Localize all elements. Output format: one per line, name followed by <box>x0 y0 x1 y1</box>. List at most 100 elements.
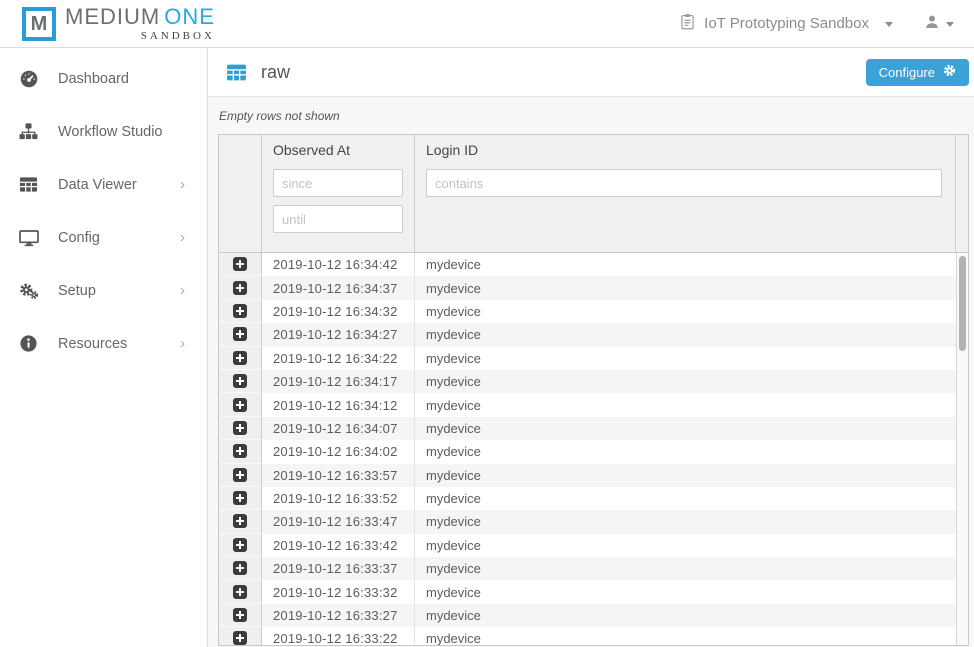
table-row: 2019-10-12 16:34:22 mydevice <box>219 347 956 370</box>
brand-logo: M MEDIUMONE SANDBOX <box>22 5 215 42</box>
observed-at-cell: 2019-10-12 16:34:37 <box>262 276 415 299</box>
chevron-down-icon <box>885 22 893 27</box>
page-title: raw <box>261 62 290 83</box>
observed-at-cell: 2019-10-12 16:33:27 <box>262 604 415 627</box>
expand-row-button plus-icon[interactable] <box>233 491 247 505</box>
workspace-label: IoT Prototyping Sandbox <box>704 15 869 32</box>
expand-row-button plus-icon[interactable] <box>233 327 247 341</box>
expand-row-cell <box>219 604 262 627</box>
vertical-scrollbar[interactable] <box>956 253 968 645</box>
table-header: Observed At Login ID <box>219 135 968 253</box>
column-header-login-id: Login ID <box>426 142 942 158</box>
scrollbar-thumb[interactable] <box>959 256 966 351</box>
expand-row-cell <box>219 300 262 323</box>
observed-at-cell: 2019-10-12 16:33:52 <box>262 487 415 510</box>
workflow-icon <box>19 122 39 142</box>
empty-rows-note: Empty rows not shown <box>219 109 969 123</box>
table-icon <box>19 175 39 195</box>
expand-row-cell <box>219 417 262 440</box>
expand-row-button plus-icon[interactable] <box>233 444 247 458</box>
login-id-cell: mydevice <box>415 464 956 487</box>
user-icon <box>924 14 940 34</box>
scrollbar-header-gutter <box>956 135 968 252</box>
contains-filter-input[interactable] <box>426 169 942 197</box>
observed-at-cell: 2019-10-12 16:34:27 <box>262 323 415 346</box>
brand-name: MEDIUMONE <box>65 5 215 29</box>
monitor-icon <box>19 228 39 248</box>
since-filter-input[interactable] <box>273 169 403 197</box>
sidebar-item-label: Resources <box>58 336 127 352</box>
sidebar-item-label: Setup <box>58 283 96 299</box>
expand-row-button plus-icon[interactable] <box>233 398 247 412</box>
observed-at-header-cell: Observed At <box>262 135 415 252</box>
expand-row-button plus-icon[interactable] <box>233 304 247 318</box>
observed-at-cell: 2019-10-12 16:34:32 <box>262 300 415 323</box>
login-id-cell: mydevice <box>415 534 956 557</box>
table-row: 2019-10-12 16:33:32 mydevice <box>219 580 956 603</box>
expand-row-button plus-icon[interactable] <box>233 538 247 552</box>
gears-icon <box>19 281 39 301</box>
observed-at-cell: 2019-10-12 16:34:22 <box>262 347 415 370</box>
expand-row-button plus-icon[interactable] <box>233 608 247 622</box>
raw-events-table: Observed At Login ID 2019-10-12 16:34:42 <box>218 134 969 646</box>
login-id-cell: mydevice <box>415 276 956 299</box>
sidebar-item-config[interactable]: Config › <box>0 211 207 264</box>
login-id-cell: mydevice <box>415 347 956 370</box>
content-area: Empty rows not shown Observed At Login I… <box>208 97 974 647</box>
sidebar-item-setup[interactable]: Setup › <box>0 264 207 317</box>
expand-row-button plus-icon[interactable] <box>233 281 247 295</box>
expand-row-button plus-icon[interactable] <box>233 561 247 575</box>
expand-row-cell <box>219 253 262 276</box>
observed-at-cell: 2019-10-12 16:33:32 <box>262 580 415 603</box>
login-id-cell: mydevice <box>415 487 956 510</box>
table-row: 2019-10-12 16:33:22 mydevice <box>219 627 956 646</box>
expand-row-button plus-icon[interactable] <box>233 514 247 528</box>
sidebar-item-resources[interactable]: Resources › <box>0 317 207 370</box>
table-row: 2019-10-12 16:34:02 mydevice <box>219 440 956 463</box>
login-id-cell: mydevice <box>415 557 956 580</box>
expand-row-cell <box>219 276 262 299</box>
table-body: 2019-10-12 16:34:42 mydevice 2019-10-12 … <box>219 253 956 645</box>
workspace-selector[interactable]: IoT Prototyping Sandbox <box>679 13 893 34</box>
chevron-down-icon <box>946 22 954 27</box>
login-id-cell: mydevice <box>415 300 956 323</box>
expand-row-cell <box>219 627 262 646</box>
expand-row-cell <box>219 510 262 533</box>
table-row: 2019-10-12 16:34:12 mydevice <box>219 393 956 416</box>
sidebar-item-workflow-studio[interactable]: Workflow Studio <box>0 105 207 158</box>
logo-m-icon: M <box>22 7 56 41</box>
expand-row-button plus-icon[interactable] <box>233 257 247 271</box>
observed-at-cell: 2019-10-12 16:34:42 <box>262 253 415 276</box>
expand-row-button plus-icon[interactable] <box>233 351 247 365</box>
login-id-cell: mydevice <box>415 604 956 627</box>
expand-row-cell <box>219 370 262 393</box>
expand-row-cell <box>219 323 262 346</box>
login-id-cell: mydevice <box>415 323 956 346</box>
login-id-cell: mydevice <box>415 417 956 440</box>
login-id-cell: mydevice <box>415 627 956 646</box>
until-filter-input[interactable] <box>273 205 403 233</box>
expand-all-header-cell <box>219 135 262 252</box>
expand-row-button plus-icon[interactable] <box>233 631 247 645</box>
login-id-cell: mydevice <box>415 580 956 603</box>
info-icon <box>19 334 39 354</box>
expand-row-button plus-icon[interactable] <box>233 468 247 482</box>
expand-row-button plus-icon[interactable] <box>233 421 247 435</box>
user-menu[interactable] <box>924 14 954 34</box>
expand-row-cell <box>219 464 262 487</box>
table-row: 2019-10-12 16:34:17 mydevice <box>219 370 956 393</box>
expand-row-button plus-icon[interactable] <box>233 585 247 599</box>
table-row: 2019-10-12 16:33:47 mydevice <box>219 510 956 533</box>
sidebar: Dashboard Workflow Studio <box>0 48 208 647</box>
sidebar-item-data-viewer[interactable]: Data Viewer › <box>0 158 207 211</box>
sidebar-item-label: Data Viewer <box>58 177 137 193</box>
expand-row-cell <box>219 487 262 510</box>
expand-row-button plus-icon[interactable] <box>233 374 247 388</box>
sidebar-item-label: Workflow Studio <box>58 124 163 140</box>
configure-button[interactable]: Configure <box>866 59 969 86</box>
brand-tagline: SANDBOX <box>65 30 215 42</box>
sidebar-item-dashboard[interactable]: Dashboard <box>0 52 207 105</box>
expand-row-cell <box>219 393 262 416</box>
top-bar: M MEDIUMONE SANDBOX IoT Prototyping Sand… <box>0 0 974 48</box>
login-id-cell: mydevice <box>415 440 956 463</box>
